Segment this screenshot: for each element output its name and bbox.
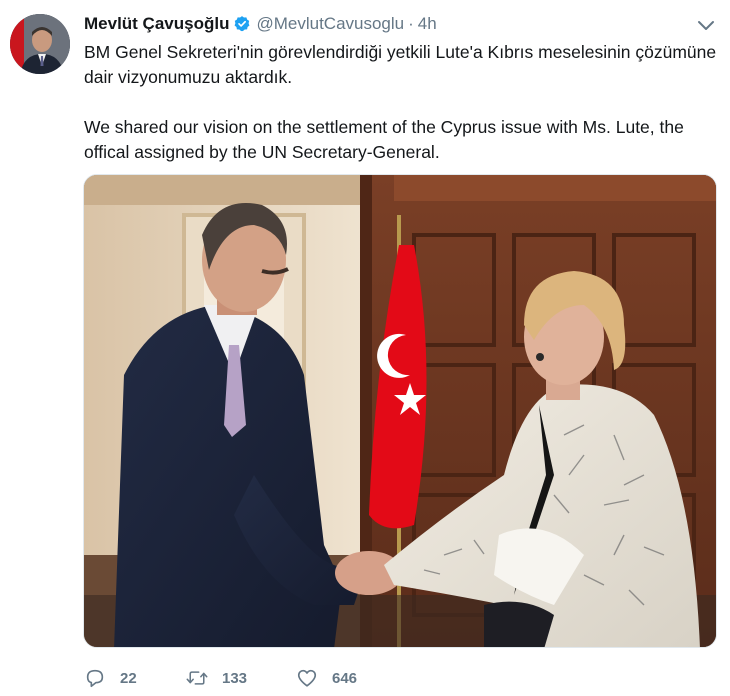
- retweet-count: 133: [222, 669, 248, 687]
- like-button[interactable]: 646: [296, 667, 406, 689]
- tweet: Mevlüt Çavuşoğlu @MevlutCavusoglu · 4h B…: [0, 0, 730, 696]
- timestamp[interactable]: 4h: [418, 14, 437, 34]
- avatar[interactable]: [10, 14, 70, 74]
- photo-handshake-scene: [84, 175, 716, 647]
- verified-badge-icon: [233, 15, 251, 33]
- reply-count: 22: [120, 669, 137, 687]
- like-count: 646: [332, 669, 358, 687]
- tweet-text-turkish: BM Genel Sekreteri'nin görevlendirdiği y…: [84, 42, 717, 87]
- tweet-text: BM Genel Sekreteri'nin görevlendirdiği y…: [84, 40, 720, 165]
- tweet-header: Mevlüt Çavuşoğlu @MevlutCavusoglu · 4h: [84, 13, 437, 35]
- author-name[interactable]: Mevlüt Çavuşoğlu: [84, 14, 229, 34]
- retweet-button[interactable]: 133: [186, 667, 296, 689]
- avatar-image: [10, 14, 70, 74]
- reply-icon: [84, 667, 106, 689]
- separator-dot: ·: [408, 14, 414, 33]
- tweet-text-english: We shared our vision on the settlement o…: [84, 117, 684, 162]
- tweet-actions: 22 133 646: [84, 664, 406, 692]
- chevron-down-icon[interactable]: [696, 16, 716, 36]
- reply-button[interactable]: 22: [84, 667, 186, 689]
- author-handle[interactable]: @MevlutCavusoglu: [256, 14, 404, 34]
- heart-icon: [296, 667, 318, 689]
- tweet-photo[interactable]: [83, 174, 717, 648]
- retweet-icon: [186, 667, 208, 689]
